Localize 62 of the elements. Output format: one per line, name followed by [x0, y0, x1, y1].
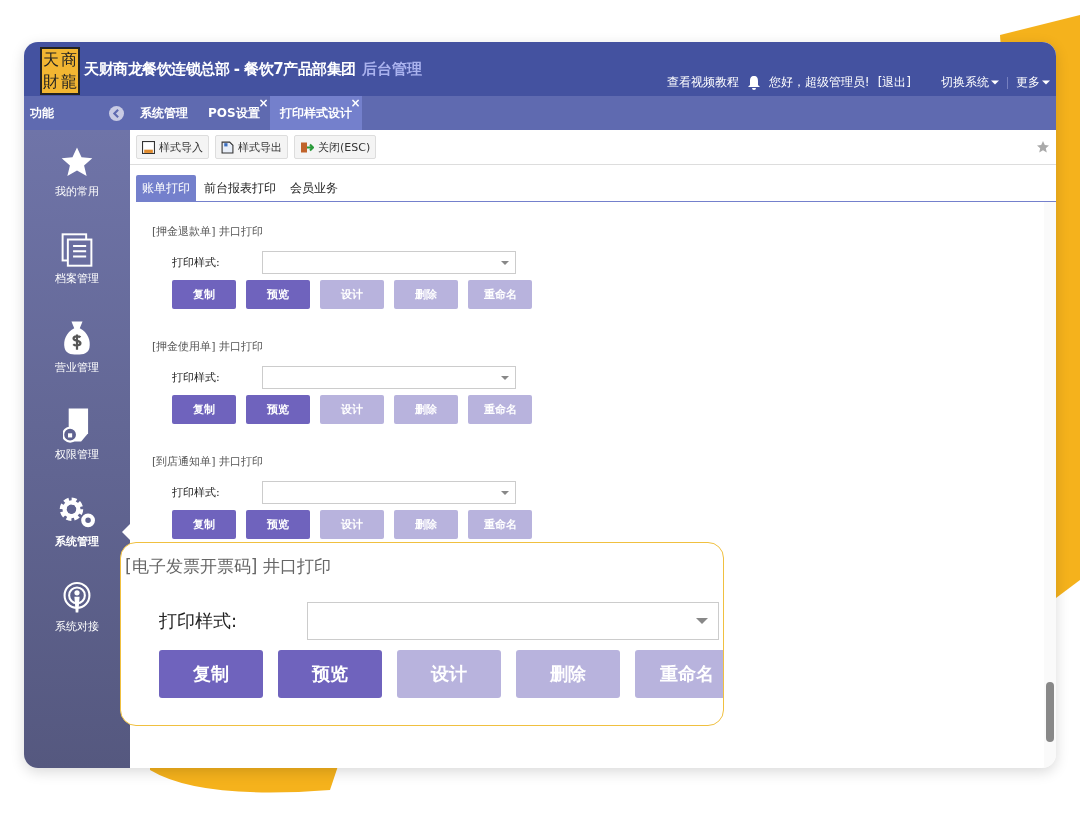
- close-icon[interactable]: ×: [258, 97, 269, 109]
- broadcast-icon: [62, 581, 92, 615]
- sidebar-item[interactable]: 我的常用: [55, 184, 99, 199]
- sub-tab[interactable]: 会员业务: [284, 175, 344, 201]
- caret-icon: [1042, 80, 1050, 85]
- menu-dropdown[interactable]: 更多: [1016, 74, 1050, 91]
- sidebar-item[interactable]: 系统对接: [55, 619, 99, 634]
- action-button[interactable]: 复制: [172, 395, 236, 424]
- section-title: [到店通知单] 井口打印: [152, 454, 265, 469]
- action-button[interactable]: 预览: [246, 510, 310, 539]
- field-label: 打印样式:: [159, 609, 239, 633]
- print-style-dropdown[interactable]: [262, 251, 516, 274]
- field-label: 打印样式:: [172, 255, 221, 270]
- action-button[interactable]: 复制: [172, 510, 236, 539]
- print-style-dropdown[interactable]: [262, 366, 516, 389]
- bell-icon[interactable]: [746, 75, 761, 90]
- sidebar-item[interactable]: 档案管理: [55, 271, 99, 286]
- money-bag-icon: [63, 320, 91, 356]
- section-title: [押金使用单] 井口打印: [152, 339, 265, 354]
- sub-tab[interactable]: 前台报表打印: [198, 175, 282, 201]
- field-label: 打印样式:: [172, 370, 221, 385]
- print-style-dropdown[interactable]: [262, 481, 516, 504]
- pin-icon[interactable]: [1036, 140, 1050, 154]
- tab[interactable]: 系统管理: [130, 96, 198, 130]
- documents-icon: [61, 233, 93, 267]
- menu-dropdown[interactable]: 切换系统: [941, 74, 999, 91]
- toolbar-button[interactable]: 样式导出: [215, 135, 288, 159]
- section-title: [电子发票开票码] 井口打印: [125, 555, 332, 578]
- app-subtitle: 后台管理: [361, 59, 422, 79]
- close-icon[interactable]: ×: [350, 97, 361, 109]
- caret-icon: [991, 80, 999, 85]
- scrollbar[interactable]: [1044, 202, 1056, 768]
- sidebar-item[interactable]: 营业管理: [55, 360, 99, 375]
- greeting-text: 您好，超级管理员!: [768, 74, 870, 91]
- panel-title: 功能: [30, 104, 54, 122]
- section-title: [押金退款单] 井口打印: [152, 224, 265, 239]
- logout-link[interactable]: [退出]: [877, 74, 911, 91]
- toolbar-button[interactable]: 样式导入: [136, 135, 209, 159]
- exit-door-icon: [300, 140, 314, 154]
- logo: 天商 財龍: [40, 47, 80, 95]
- locked-document-icon: [63, 407, 91, 443]
- collapse-icon[interactable]: [109, 105, 124, 121]
- tab[interactable]: POS设置 ×: [198, 96, 270, 130]
- print-style-dropdown[interactable]: [307, 602, 719, 640]
- dropdown-caret-icon: [501, 375, 509, 380]
- app-title: 天财商龙餐饮连锁总部 - 餐饮7产品部集团: [84, 59, 356, 79]
- action-button[interactable]: 复制: [172, 280, 236, 309]
- video-tutorial-link[interactable]: 查看视频教程: [666, 74, 739, 91]
- field-label: 打印样式:: [172, 485, 221, 500]
- toolbar-button[interactable]: 关闭(ESC): [294, 135, 377, 159]
- action-button[interactable]: 复制: [159, 650, 263, 698]
- dropdown-caret-icon: [501, 490, 509, 495]
- action-button[interactable]: 预览: [246, 280, 310, 309]
- dropdown-caret-icon: [696, 618, 708, 624]
- dropdown-caret-icon: [501, 260, 509, 265]
- tab[interactable]: 打印样式设计 ×: [269, 96, 362, 130]
- document-icon: [221, 140, 234, 154]
- sub-tab[interactable]: 账单打印: [136, 175, 196, 201]
- sidebar-item[interactable]: 系统管理: [55, 534, 99, 549]
- action-button[interactable]: 预览: [246, 395, 310, 424]
- action-button[interactable]: 预览: [278, 650, 382, 698]
- sidebar-item[interactable]: 权限管理: [55, 447, 99, 462]
